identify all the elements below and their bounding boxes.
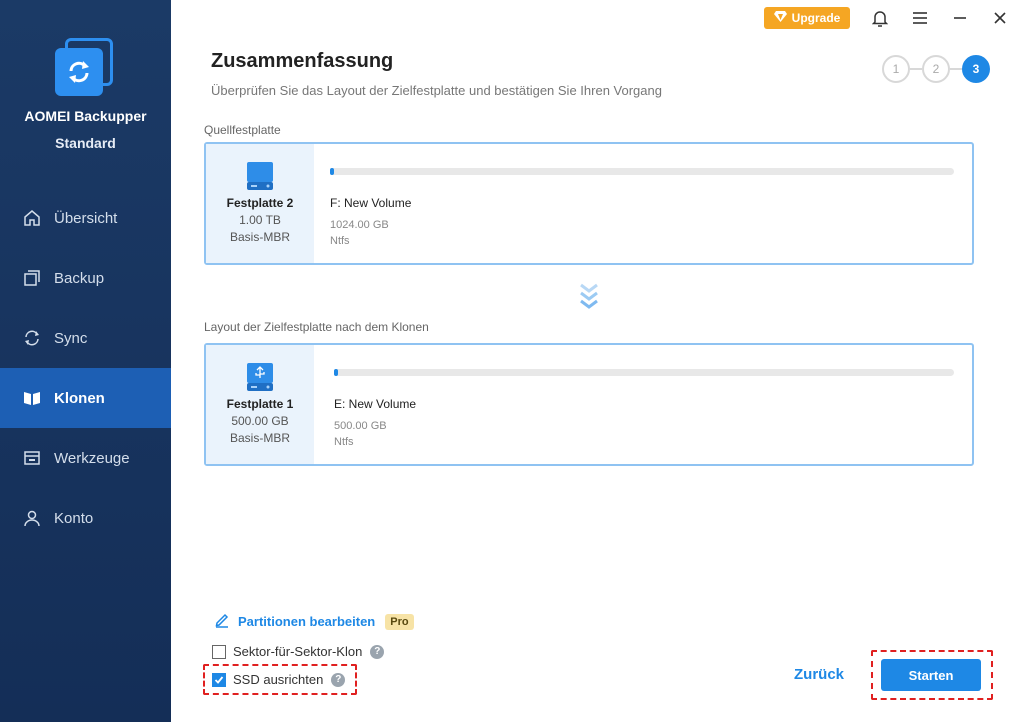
- sidebar-item-label: Sync: [54, 329, 88, 347]
- sidebar-item-label: Klonen: [54, 389, 105, 407]
- source-partition[interactable]: F: New Volume 1024.00 GB Ntfs: [330, 144, 954, 263]
- sidebar-item-label: Übersicht: [54, 209, 118, 227]
- app-logo: [55, 38, 113, 96]
- pro-badge: Pro: [385, 613, 414, 630]
- sidebar-item-uebersicht[interactable]: Übersicht: [0, 188, 171, 248]
- sidebar-item-label: Konto: [54, 509, 94, 527]
- step-2: 2: [922, 55, 950, 83]
- sector-clone-label: Sektor-für-Sektor-Klon: [233, 644, 363, 659]
- partition-filesystem: Ntfs: [330, 235, 350, 247]
- target-disk-panel[interactable]: Festplatte 1 500.00 GB Basis-MBR E: New …: [204, 343, 974, 466]
- sidebar-item-sync[interactable]: Sync: [0, 308, 171, 368]
- sync-arrows-logo-icon: [69, 61, 89, 83]
- sidebar-item-klonen[interactable]: Klonen: [0, 368, 171, 428]
- close-icon[interactable]: [990, 8, 1010, 28]
- upgrade-label: Upgrade: [791, 11, 841, 25]
- target-disk-size: 500.00 GB: [231, 414, 289, 428]
- sidebar-item-konto[interactable]: Konto: [0, 488, 171, 548]
- page-title: Zusammenfassung: [211, 50, 394, 72]
- hard-disk-icon: [245, 160, 275, 192]
- sidebar-item-label: Backup: [54, 269, 105, 287]
- user-icon: [22, 508, 42, 528]
- usb-disk-icon: [245, 361, 275, 393]
- back-button[interactable]: Zurück: [794, 666, 844, 683]
- help-icon[interactable]: ?: [370, 644, 385, 659]
- target-disk-info: Festplatte 1 500.00 GB Basis-MBR: [206, 345, 314, 464]
- partition-name: F: New Volume: [330, 196, 412, 210]
- source-disk-name: Festplatte 2: [226, 196, 294, 210]
- edit-partitions-link[interactable]: Partitionen bearbeiten Pro: [214, 612, 414, 631]
- sidebar-item-label: Werkzeuge: [54, 449, 130, 467]
- sidebar-item-werkzeuge[interactable]: Werkzeuge: [0, 428, 171, 488]
- step-indicator: 1 2 3: [882, 55, 990, 83]
- clone-icon: [22, 388, 42, 408]
- home-icon: [22, 208, 42, 228]
- sidebar: AOMEI Backupper Standard Übersicht Backu…: [0, 0, 171, 722]
- partition-name: E: New Volume: [334, 397, 417, 411]
- sidebar-nav: Übersicht Backup Sync Klonen Werkzeuge K…: [0, 188, 171, 548]
- chevron-down-icon: [578, 282, 600, 312]
- highlight-ssd-align: [203, 664, 357, 695]
- pencil-icon: [214, 612, 230, 631]
- backup-icon: [22, 268, 42, 288]
- source-disk-info: Festplatte 2 1.00 TB Basis-MBR: [206, 144, 314, 263]
- partition-size: 1024.00 GB: [330, 219, 389, 231]
- edit-partitions-label: Partitionen bearbeiten: [238, 614, 376, 629]
- partition-filesystem: Ntfs: [334, 436, 354, 448]
- brand-edition: Standard: [55, 135, 116, 151]
- page-subtitle: Überprüfen Sie das Layout der Zielfestpl…: [211, 83, 662, 98]
- partition-usage-bar: [334, 369, 954, 376]
- target-disk-type: Basis-MBR: [229, 431, 290, 445]
- menu-icon[interactable]: [910, 8, 930, 28]
- sidebar-item-backup[interactable]: Backup: [0, 248, 171, 308]
- source-disk-type: Basis-MBR: [229, 230, 290, 244]
- sector-clone-option[interactable]: Sektor-für-Sektor-Klon ?: [212, 644, 385, 659]
- step-1: 1: [882, 55, 910, 83]
- tools-icon: [22, 448, 42, 468]
- step-3: 3: [962, 55, 990, 83]
- brand-name: AOMEI Backupper: [24, 108, 147, 124]
- partition-size: 500.00 GB: [334, 420, 387, 432]
- source-disk-size: 1.00 TB: [239, 213, 281, 227]
- upgrade-button[interactable]: Upgrade: [764, 7, 850, 29]
- partition-usage-bar: [330, 168, 954, 175]
- minimize-icon[interactable]: [950, 8, 970, 28]
- sync-icon: [22, 328, 42, 348]
- target-partition[interactable]: E: New Volume 500.00 GB Ntfs: [334, 345, 954, 464]
- highlight-start-button: [871, 650, 993, 700]
- diamond-icon: [773, 11, 787, 25]
- source-disk-panel[interactable]: Festplatte 2 1.00 TB Basis-MBR F: New Vo…: [204, 142, 974, 265]
- bell-icon[interactable]: [870, 8, 890, 28]
- target-section-label: Layout der Zielfestplatte nach dem Klone…: [204, 320, 429, 334]
- sector-clone-checkbox[interactable]: [212, 644, 226, 659]
- target-disk-name: Festplatte 1: [226, 397, 294, 411]
- source-section-label: Quellfestplatte: [204, 123, 281, 137]
